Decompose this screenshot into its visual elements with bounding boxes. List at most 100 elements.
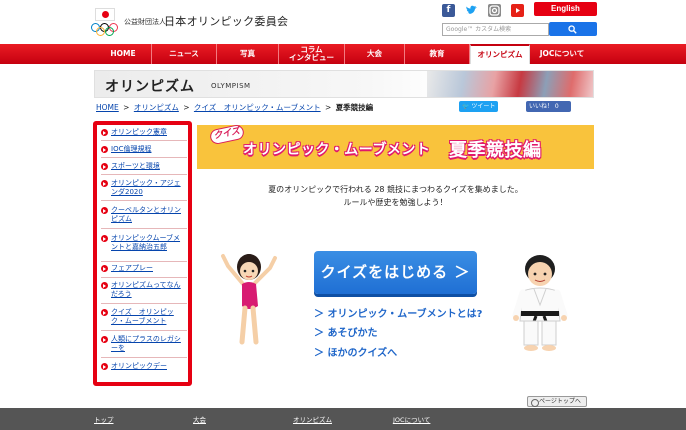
org-name[interactable]: 日本オリンピック委員会 [164, 13, 288, 29]
sidebar-item-label: クイズ オリンピック・ムーブメント [111, 308, 174, 325]
tweet-button[interactable]: 🐦 ツイート [459, 101, 498, 112]
sidebar-divider [101, 140, 187, 141]
sidebar-item-coubertin[interactable]: クーベルタンとオリンピズム [101, 206, 187, 223]
arrow-bullet-icon [101, 235, 108, 242]
banner-photo [427, 71, 593, 97]
search-input[interactable]: Google™ カスタム検索 [442, 23, 549, 36]
banner-subtitle: OLYMPISM [211, 82, 251, 90]
instagram-icon[interactable] [488, 4, 501, 17]
breadcrumb-separator: > [183, 103, 190, 112]
sidebar-divider [101, 330, 187, 331]
footer-link-olympism[interactable]: オリンピズム [293, 414, 332, 424]
search-button[interactable] [549, 22, 597, 36]
sidebar-divider [101, 303, 187, 304]
breadcrumb-quiz[interactable]: クイズ オリンピック・ムーブメント [194, 103, 321, 112]
sidebar-item-label: 人類にプラスのレガシーを [111, 335, 181, 352]
sidebar-item-ioc-ethics[interactable]: IOC倫理規程 [101, 145, 187, 154]
sidebar-item-label: オリンピズムってなんだろう [111, 281, 181, 298]
japan-flag-icon [95, 8, 115, 21]
breadcrumb-separator: > [325, 103, 332, 112]
start-quiz-button[interactable]: クイズをはじめる ＞ [314, 251, 477, 294]
sidebar-item-what-is-olympism[interactable]: オリンピズムってなんだろう [101, 281, 187, 298]
intro-text: 夏のオリンピックで行われる 28 競技にまつわるクイズを集めました。 ルールや歴… [197, 183, 594, 209]
sidebar-item-label: スポーツと環境 [111, 162, 160, 170]
sidebar-divider [101, 277, 187, 278]
quiz-title-main: オリンピック・ムーブメント [243, 142, 431, 158]
nav-news[interactable]: ニュース [152, 44, 217, 64]
like-label: いいね！ 0 [529, 103, 559, 110]
sidebar-item-olympic-day[interactable]: オリンピックデー [101, 362, 187, 371]
nav-games[interactable]: 大会 [345, 44, 405, 64]
site-header: 公益財団法人 日本オリンピック委員会 f English Google™ カスタ… [0, 0, 686, 44]
like-button[interactable]: いいね！ 0 [526, 101, 571, 112]
intro-line-2: ルールや歴史を勉強しよう！ [343, 198, 448, 207]
quiz-badge: クイズ [208, 123, 246, 146]
arrow-bullet-icon [101, 265, 108, 272]
page-top-button[interactable]: ページトップへ [527, 396, 587, 407]
sidebar-item-label: オリンピックムーブメントと嘉納治五郎 [111, 234, 181, 251]
breadcrumb-olympism[interactable]: オリンピズム [134, 103, 179, 112]
nav-home[interactable]: HOME [95, 44, 152, 64]
sidebar-item-label: クーベルタンとオリンピズム [111, 206, 181, 223]
arrow-bullet-icon [101, 180, 108, 187]
sidebar-divider [101, 357, 187, 358]
nav-education[interactable]: 教育 [405, 44, 470, 64]
link-other-quizzes[interactable]: ＞ ほかのクイズへ [314, 344, 397, 359]
breadcrumb: HOME > オリンピズム > クイズ オリンピック・ムーブメント > 夏季競技… [96, 102, 373, 113]
sidebar-divider [101, 228, 187, 229]
youtube-icon[interactable] [511, 4, 524, 17]
joc-logo[interactable] [90, 8, 120, 36]
sidebar-item-kano[interactable]: オリンピックムーブメントと嘉納治五郎 [101, 234, 187, 251]
sidebar-item-legacy[interactable]: 人類にプラスのレガシーを [101, 335, 187, 352]
intro-line-1: 夏のオリンピックで行われる 28 競技にまつわるクイズを集めました。 [268, 185, 523, 194]
nav-columns[interactable]: コラム インタビュー [279, 44, 345, 64]
link-how-to-play[interactable]: ＞ あそびかた [314, 324, 377, 339]
twitter-icon[interactable] [465, 4, 478, 17]
sidebar-item-agenda-2020[interactable]: オリンピック・アジェンダ2020 [101, 179, 187, 196]
section-banner: オリンピズム OLYMPISM [94, 70, 594, 98]
english-button[interactable]: English [534, 2, 597, 16]
org-type-label: 公益財団法人 [124, 18, 166, 26]
arrow-bullet-icon [101, 309, 108, 316]
nav-about-joc[interactable]: JOCについて [530, 44, 594, 64]
sidebar-item-label: オリンピック・アジェンダ2020 [111, 179, 181, 196]
facebook-icon[interactable]: f [442, 4, 455, 17]
sidebar-divider [101, 261, 187, 262]
footer-link-games[interactable]: 大会 [193, 414, 206, 424]
olympic-ring-green [104, 27, 114, 36]
arrow-bullet-icon [101, 163, 108, 170]
twitter-icon: 🐦 [462, 103, 470, 110]
nav-photos[interactable]: 写真 [217, 44, 279, 64]
arrow-bullet-icon [101, 207, 108, 214]
judoka-illustration [512, 255, 568, 351]
sidebar-item-label: フェアプレー [111, 264, 153, 272]
link-what-is-movement[interactable]: ＞ オリンピック・ムーブメントとは? [314, 305, 482, 320]
footer-link-about-joc[interactable]: JOCについて [393, 414, 430, 424]
gymnast-illustration [221, 254, 277, 345]
arrow-bullet-icon [101, 336, 108, 343]
sidebar-item-quiz[interactable]: クイズ オリンピック・ムーブメント [101, 308, 187, 325]
tweet-label: ツイート [471, 103, 496, 110]
sidebar-divider [101, 157, 187, 158]
arrow-bullet-icon [101, 363, 108, 370]
arrow-bullet-icon [101, 146, 108, 153]
footer-link-top[interactable]: トップ [94, 414, 114, 424]
sidebar-item-olympic-charter[interactable]: オリンピック憲章 [101, 128, 187, 137]
main-nav: HOME ニュース 写真 コラム インタビュー 大会 教育 オリンピズム JOC… [0, 44, 686, 64]
olympic-ring-yellow [95, 27, 105, 36]
quiz-title-banner: クイズ オリンピック・ムーブメント 夏季競技編 [197, 123, 594, 169]
sidebar-item-label: オリンピック憲章 [111, 128, 167, 136]
breadcrumb-current: 夏季競技編 [335, 103, 374, 112]
sidebar-item-environment[interactable]: スポーツと環境 [101, 162, 187, 171]
quiz-title-sub: 夏季競技編 [449, 140, 542, 161]
breadcrumb-home[interactable]: HOME [96, 103, 119, 112]
banner-title: オリンピズム [105, 79, 195, 95]
site-footer: トップ 大会 オリンピズム JOCについて [0, 408, 686, 430]
sidebar-menu: オリンピック憲章 IOC倫理規程 スポーツと環境 オリンピック・アジェンダ202… [93, 121, 192, 386]
sidebar-item-fair-play[interactable]: フェアプレー [101, 264, 187, 273]
breadcrumb-separator: > [123, 103, 130, 112]
sidebar-divider [101, 174, 187, 175]
arrow-bullet-icon [101, 129, 108, 136]
sidebar-item-label: IOC倫理規程 [111, 145, 152, 153]
nav-olympism[interactable]: オリンピズム [470, 44, 530, 64]
